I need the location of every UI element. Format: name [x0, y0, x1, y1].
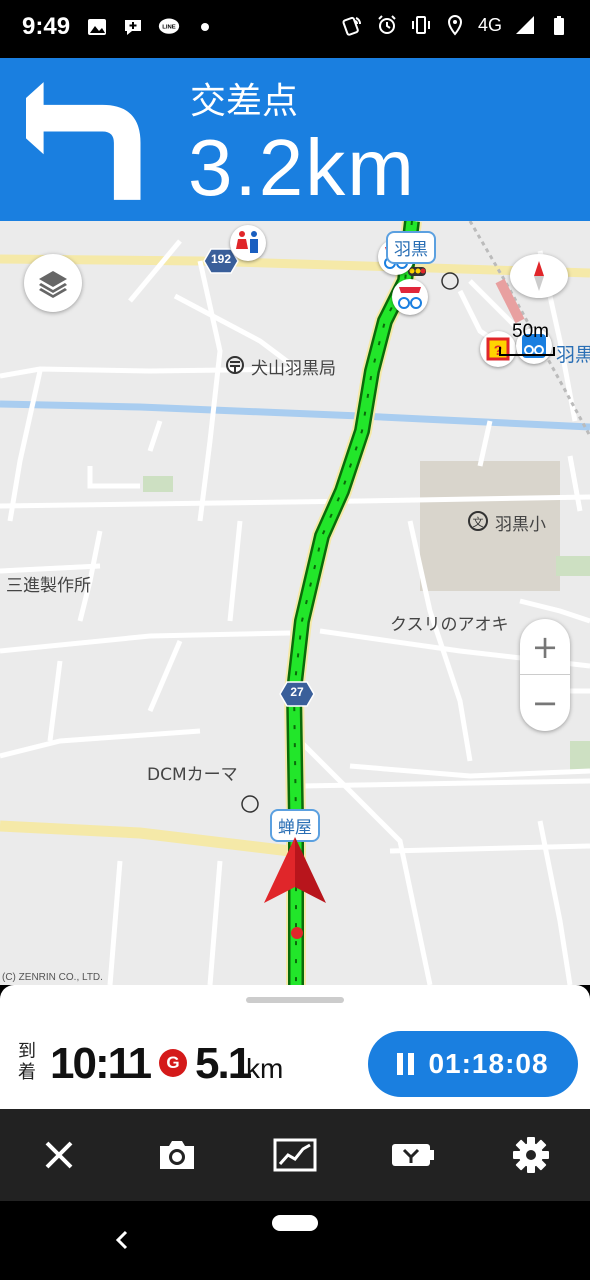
status-notification-icons: LINE [86, 16, 216, 38]
bike-shop-icon [398, 287, 422, 309]
bike-battery-button[interactable] [383, 1125, 443, 1185]
battery-icon [554, 16, 564, 35]
status-bar: 9:49 LINE 4G [0, 0, 590, 58]
turn-left-arrow-icon [26, 82, 141, 200]
restroom-icon [236, 231, 258, 253]
location-icon [447, 14, 462, 36]
compass-icon [534, 261, 544, 291]
signal-icon [516, 16, 534, 34]
goal-distance-unit: km [246, 1053, 284, 1084]
nfc-icon [342, 16, 361, 36]
chat-plus-icon [125, 20, 141, 35]
line-app-icon: LINE [158, 18, 180, 34]
drag-handle[interactable] [246, 997, 344, 1003]
back-icon[interactable] [114, 1229, 130, 1251]
camera-icon [160, 1141, 194, 1169]
map-label-dcm: DCMカーマ [147, 765, 238, 785]
turn-point-name: 交差点 [190, 81, 299, 122]
bottom-toolbar [0, 1109, 590, 1201]
layers-icon [39, 271, 67, 298]
elapsed-time: 01:18:08 [428, 1048, 549, 1079]
battery-bike-icon [392, 1144, 434, 1166]
svg-text:LINE: LINE [162, 25, 176, 31]
image-icon [88, 19, 106, 35]
place-tag-top: 羽黒 [386, 231, 436, 264]
home-pill-button[interactable] [272, 1215, 318, 1231]
dot-icon [201, 23, 209, 31]
map-scale: 50m [498, 321, 556, 359]
compass-button[interactable] [510, 254, 568, 298]
turn-instruction-banner: 交差点 3.2km [0, 58, 590, 221]
road-shield-27: 27 [279, 681, 315, 707]
map-layers-button[interactable] [24, 254, 82, 312]
alarm-icon [378, 15, 396, 34]
map-label-post-office: 犬山羽黒局 [251, 359, 336, 379]
goal-icon: G [159, 1049, 187, 1077]
goal-distance: 5.1 [195, 1039, 252, 1088]
svg-text:文: 文 [473, 515, 484, 529]
map-label-school: 羽黒小 [495, 515, 546, 535]
map-view[interactable]: 文 192 27 ? 羽黒 蝉屋 50m 犬山羽黒局 羽黒小 三進製作所 クスリ… [0, 221, 590, 985]
elevation-chart-button[interactable] [265, 1125, 325, 1185]
restroom-poi[interactable] [230, 225, 266, 261]
status-time: 9:49 [22, 13, 71, 40]
pause-timer-button[interactable]: 01:18:08 [368, 1031, 578, 1097]
zoom-control: + − [520, 619, 570, 731]
close-button[interactable] [29, 1125, 89, 1185]
close-icon [45, 1141, 73, 1169]
camera-button[interactable] [147, 1125, 207, 1185]
trip-info-panel: 到着 10:11 G 5.1 km 01:18:08 [0, 985, 590, 1109]
map-label-hakuro-east: 羽黒 [556, 344, 590, 366]
network-type: 4G [477, 14, 502, 35]
system-nav-bar [0, 1201, 590, 1280]
road-shield-label: 27 [290, 685, 304, 699]
status-system-icons: 4G [342, 14, 570, 36]
pause-icon [397, 1053, 415, 1075]
settings-button[interactable] [501, 1125, 561, 1185]
arrival-label: 到着 [18, 1041, 36, 1083]
zoom-out-button[interactable]: − [520, 675, 570, 731]
map-label-company: 三進製作所 [6, 576, 91, 596]
current-position-arrow-icon [264, 837, 326, 903]
gear-icon [513, 1137, 549, 1173]
turn-distance: 3.2km [188, 123, 416, 212]
zoom-in-button[interactable]: + [520, 619, 570, 675]
arrival-time: 10:11 [50, 1039, 152, 1088]
chart-icon [273, 1138, 317, 1172]
map-copyright: (C) ZENRIN CO., LTD. [2, 972, 103, 983]
bike-shop-poi[interactable] [392, 279, 428, 315]
vibrate-icon [411, 16, 430, 34]
map-label-drugstore: クスリのアオキ [390, 615, 509, 635]
